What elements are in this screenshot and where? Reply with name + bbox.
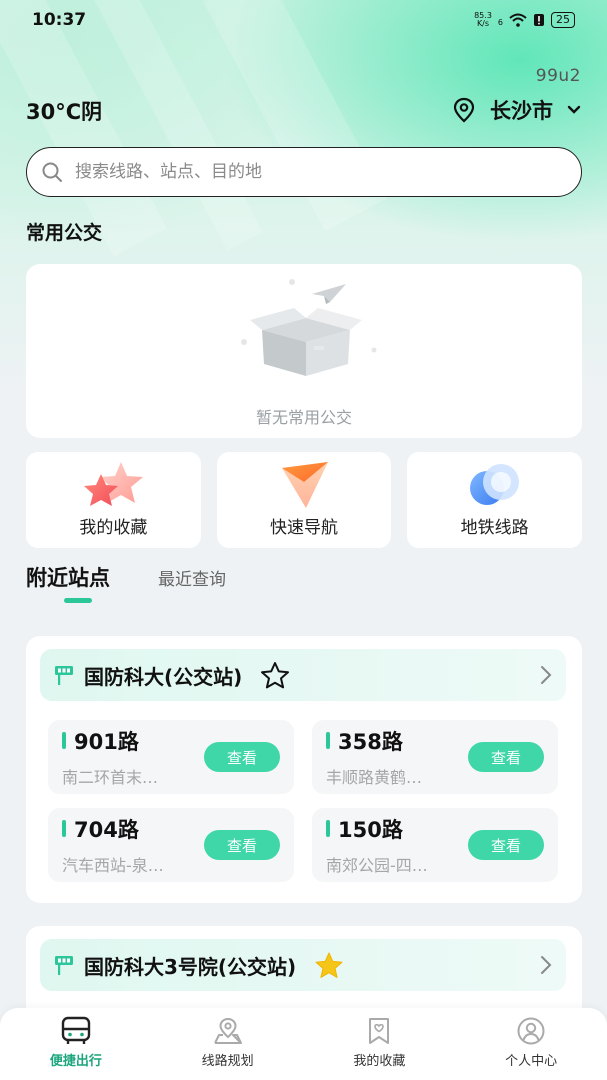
quick-action-label: 地铁线路: [460, 518, 529, 538]
route-card[interactable]: 358路 丰顺路黄鹤… 查看: [312, 720, 558, 794]
version-label: 99u2: [535, 66, 581, 86]
metro-icon: [469, 464, 519, 505]
stop-name: 国防科大3号院(公交站): [84, 954, 297, 979]
bus-stop-icon: [55, 956, 73, 975]
quick-action-favorites[interactable]: 我的收藏: [26, 452, 201, 548]
route-accent-bar: [326, 820, 330, 837]
route-name: 704路: [74, 818, 139, 842]
nav-label: 我的收藏: [353, 1054, 406, 1069]
stop-card: 国防科大(公交站) 901路 南二环首末… 查看 358路 丰顺路黄鹤… 查看 …: [26, 636, 582, 903]
location-pin-icon: [453, 97, 475, 123]
nav-route-planning[interactable]: 线路规划: [152, 1008, 304, 1080]
alert-icon: [534, 14, 544, 26]
common-bus-card: 暂无常用公交: [26, 264, 582, 438]
route-description: 南郊公园-四…: [326, 856, 428, 875]
route-card[interactable]: 901路 南二环首末… 查看: [48, 720, 294, 794]
search-bar[interactable]: [26, 147, 582, 197]
bottom-nav: 便捷出行 线路规划 我的收藏 个人中心: [0, 1008, 607, 1080]
battery-indicator: 25: [551, 12, 575, 28]
route-description: 汽车西站-泉…: [62, 856, 164, 875]
quick-action-navigation[interactable]: 快速导航: [216, 452, 392, 548]
view-route-button[interactable]: 查看: [204, 830, 280, 860]
quick-action-metro[interactable]: 地铁线路: [407, 452, 583, 548]
route-card[interactable]: 704路 汽车西站-泉… 查看: [48, 808, 294, 882]
stars-icon: [84, 462, 144, 506]
quick-action-label: 快速导航: [270, 518, 338, 538]
favorite-star-filled-icon[interactable]: [314, 951, 344, 979]
route-accent-bar: [62, 732, 66, 749]
tab-nearby-stops[interactable]: 附近站点: [26, 562, 110, 603]
nav-my-favorites[interactable]: 我的收藏: [304, 1008, 456, 1080]
stop-header[interactable]: 国防科大3号院(公交站): [40, 939, 566, 991]
route-description: 丰顺路黄鹤…: [326, 768, 423, 787]
nav-label: 个人中心: [505, 1054, 558, 1069]
search-icon: [42, 162, 62, 182]
chevron-right-icon: [541, 666, 552, 684]
bus-stop-icon: [55, 666, 73, 685]
route-name: 901路: [74, 730, 139, 754]
route-card[interactable]: 150路 南郊公园-四… 查看: [312, 808, 558, 882]
weather-label: 30°C阴: [26, 100, 103, 124]
view-route-button[interactable]: 查看: [468, 742, 544, 772]
city-selector[interactable]: 长沙市: [452, 95, 581, 125]
user-icon: [517, 1017, 545, 1045]
status-time: 10:37: [32, 10, 87, 30]
stop-header[interactable]: 国防科大(公交站): [40, 649, 566, 701]
common-bus-title: 常用公交: [26, 222, 103, 244]
nav-label: 线路规划: [201, 1054, 254, 1069]
stops-tabs: 附近站点 最近查询: [26, 562, 226, 603]
view-route-button[interactable]: 查看: [204, 742, 280, 772]
route-name: 358路: [338, 730, 403, 754]
tab-recent-queries[interactable]: 最近查询: [158, 565, 226, 592]
status-bar: 10:37 85.3 K/s 6 25: [0, 0, 607, 40]
quick-action-label: 我的收藏: [79, 518, 148, 538]
net-speed: 85.3 K/s: [474, 12, 492, 28]
empty-state-text: 暂无常用公交: [255, 408, 352, 427]
navigation-icon: [282, 462, 328, 508]
view-route-button[interactable]: 查看: [468, 830, 544, 860]
bus-icon: [61, 1016, 91, 1044]
bookmark-icon: [369, 1018, 390, 1044]
city-name: 长沙市: [490, 99, 553, 123]
empty-box-icon: [241, 279, 377, 376]
header-background: [0, 0, 607, 520]
route-name: 150路: [338, 818, 403, 842]
nav-convenient-travel[interactable]: 便捷出行: [0, 1008, 152, 1080]
net-speed-unit: K/s: [476, 19, 490, 28]
status-indicators: 85.3 K/s 6 25: [474, 12, 575, 28]
route-description: 南二环首末…: [62, 768, 159, 787]
favorite-star-outline-icon[interactable]: [260, 661, 290, 689]
chevron-down-icon: [567, 105, 581, 114]
route-accent-bar: [62, 820, 66, 837]
wifi-icon: [509, 13, 527, 27]
nav-personal-center[interactable]: 个人中心: [455, 1008, 607, 1080]
route-plan-icon: [213, 1017, 242, 1044]
stop-name: 国防科大(公交站): [84, 664, 243, 689]
quick-actions: 我的收藏 快速导航 地铁线路: [26, 452, 583, 548]
chevron-right-icon: [541, 956, 552, 974]
search-input[interactable]: [75, 162, 535, 182]
nav-label: 便捷出行: [49, 1054, 102, 1069]
route-accent-bar: [326, 732, 330, 749]
signal-strength: 6: [497, 18, 503, 27]
